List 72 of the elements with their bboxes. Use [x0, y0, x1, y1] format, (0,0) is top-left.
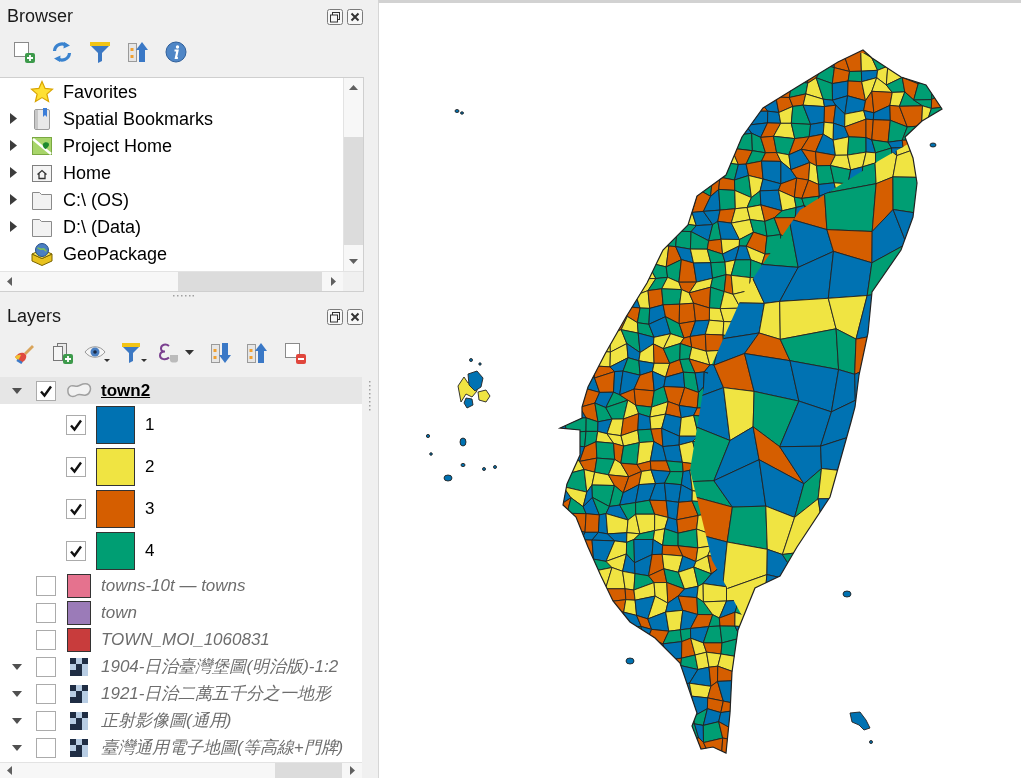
tree-item-label[interactable]: Project Home — [63, 134, 173, 157]
layer-name[interactable]: 臺灣通用電子地圖(等高線+門牌) — [101, 736, 344, 759]
down-arrow-list-icon[interactable] — [210, 341, 232, 364]
epsilon-icon[interactable] — [158, 341, 180, 364]
expand-arrow-icon[interactable] — [10, 221, 17, 232]
legend-label[interactable]: 4 — [145, 538, 155, 564]
map-icon — [31, 134, 53, 157]
expand-arrow-icon[interactable] — [10, 113, 17, 124]
panel-title: Browser — [7, 5, 73, 28]
tree-item-label[interactable]: D:\ (Data) — [63, 215, 141, 238]
collapse-arrow-icon[interactable] — [12, 744, 22, 751]
close-icon[interactable] — [347, 8, 363, 25]
checker-grid-icon — [70, 657, 88, 676]
layer-name[interactable]: 1904-日治臺灣堡圖(明治版)-1:2 — [101, 655, 339, 678]
tree-item-label[interactable]: Spatial Bookmarks — [63, 107, 214, 130]
expand-arrow-icon[interactable] — [10, 194, 17, 205]
layer-name[interactable]: town — [101, 601, 137, 624]
checkbox[interactable] — [66, 457, 86, 477]
legend-label[interactable]: 3 — [145, 496, 155, 522]
layer-name[interactable]: 正射影像圖(通用) — [101, 709, 232, 732]
remove-square-icon[interactable] — [284, 341, 306, 364]
checkbox[interactable] — [66, 415, 86, 435]
checker-grid-icon — [70, 684, 88, 703]
scrollbar-thumb[interactable] — [178, 272, 322, 291]
layer-name[interactable]: towns-10t — towns — [101, 574, 246, 597]
layer-name[interactable]: town2 — [101, 379, 151, 402]
up-arrow-list-icon[interactable] — [127, 41, 149, 63]
checkbox[interactable] — [36, 710, 56, 731]
legend-label[interactable]: 1 — [145, 412, 155, 438]
info-icon[interactable] — [165, 41, 187, 63]
checker-grid-icon — [70, 711, 88, 730]
polygon-icon — [66, 381, 92, 400]
restore-icon[interactable] — [327, 8, 343, 25]
collapse-arrow-icon[interactable] — [12, 387, 22, 394]
tree-item-label[interactable]: GeoPackage — [63, 242, 168, 265]
collapse-arrow-icon[interactable] — [12, 690, 22, 697]
checker-grid-icon — [70, 738, 88, 757]
checkbox[interactable] — [36, 656, 56, 677]
add-square-icon[interactable] — [13, 41, 35, 63]
layer-name[interactable]: TOWN_MOI_1060831 — [101, 628, 270, 651]
up-arrow-list-icon[interactable] — [246, 341, 268, 364]
checkbox[interactable] — [36, 575, 56, 596]
panel-title: Layers — [7, 305, 62, 328]
caret-icon[interactable] — [185, 350, 194, 355]
legend-label[interactable]: 2 — [145, 454, 155, 480]
checkbox[interactable] — [36, 380, 56, 401]
expand-arrow-icon[interactable] — [10, 140, 17, 151]
expand-arrow-icon[interactable] — [10, 167, 17, 178]
close-icon[interactable] — [347, 308, 363, 325]
map-canvas[interactable] — [378, 0, 1021, 778]
filter-icon[interactable] — [89, 41, 111, 63]
tree-item-label[interactable]: C:\ (OS) — [63, 188, 129, 211]
star-icon — [30, 79, 54, 104]
tree-item-label[interactable]: Favorites — [63, 80, 138, 103]
collapse-arrow-icon[interactable] — [12, 717, 22, 724]
scrollbar-thumb[interactable] — [275, 763, 342, 778]
layer-name[interactable]: 1921-日治二萬五千分之一地形 — [101, 682, 332, 705]
filter-caret-icon[interactable] — [121, 341, 148, 364]
collapse-arrow-icon[interactable] — [12, 663, 22, 670]
tree-item-label[interactable]: Home — [63, 161, 111, 184]
refresh-icon[interactable] — [51, 41, 73, 63]
checkbox[interactable] — [36, 737, 56, 758]
copy-plus-icon[interactable] — [51, 341, 73, 364]
globe-box-icon — [30, 241, 54, 266]
checkbox[interactable] — [66, 541, 86, 561]
book-icon — [31, 106, 53, 131]
restore-icon[interactable] — [327, 308, 343, 325]
checkbox[interactable] — [36, 629, 56, 650]
checkbox[interactable] — [66, 499, 86, 519]
checkbox[interactable] — [36, 683, 56, 704]
checkbox[interactable] — [36, 602, 56, 623]
scrollbar-thumb[interactable] — [344, 137, 363, 245]
